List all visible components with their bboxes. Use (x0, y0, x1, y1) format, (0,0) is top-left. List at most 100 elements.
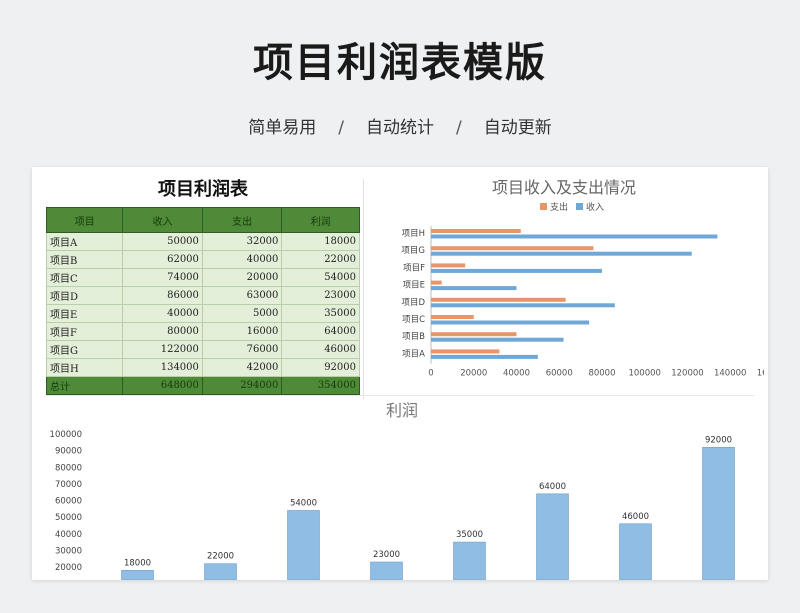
legend-swatch (576, 203, 583, 210)
data-label: 54000 (290, 498, 317, 508)
bar (431, 246, 594, 251)
subtitle-separator: / (338, 118, 344, 138)
column-header: 项目 (45, 207, 124, 233)
bar (536, 493, 569, 580)
bar (431, 251, 692, 256)
table-cell: 134000 (122, 358, 203, 377)
bar (287, 510, 320, 580)
legend-label: 收入 (586, 201, 604, 213)
bar (431, 320, 590, 325)
bar (370, 561, 403, 580)
y-tick-label: 30000 (55, 546, 82, 556)
table-row: 项目C 74000 20000 54000 (45, 268, 360, 287)
table-cell: 项目C (45, 268, 124, 287)
table-cell: 项目B (45, 250, 124, 269)
x-tick-label: 0 (428, 369, 433, 379)
y-tick-label: 80000 (55, 463, 82, 473)
y-tick-label: 50000 (55, 513, 82, 523)
category-label: 项目C (402, 315, 425, 325)
table-cell: 40000 (201, 250, 283, 269)
column-header: 支出 (201, 207, 283, 233)
bar (121, 570, 154, 580)
bar (431, 280, 442, 285)
table-cell: 项目F (45, 322, 124, 341)
bar (431, 286, 517, 291)
y-tick-label: 100000 (50, 430, 82, 440)
table-row: 项目D 86000 63000 23000 (45, 286, 360, 305)
table-row: 项目E 40000 5000 35000 (45, 304, 360, 323)
bar (431, 332, 517, 337)
category-label: 项目H (402, 229, 425, 239)
table-row: 项目H 134000 42000 92000 (45, 358, 360, 377)
y-tick-label: 20000 (55, 563, 82, 573)
y-tick-label: 40000 (55, 530, 82, 540)
table-cell: 40000 (122, 304, 203, 323)
x-tick-label: 140000 (714, 369, 746, 379)
page-title: 项目利润表模版 (253, 40, 547, 86)
profit-chart: 利润 100000 90000 80000 70000 60000 50000 40000 30… (50, 401, 735, 580)
table-cell: 22000 (281, 250, 360, 269)
table-cell: 86000 (122, 286, 203, 305)
table-cell: 63000 (201, 286, 283, 305)
table-cell: 294000 (201, 376, 283, 395)
table-cell: 5000 (201, 304, 283, 323)
spreadsheet-preview: 项目利润表 项目 收入 支出 利润 项目A 50000 32000 18000 项目B 6… (32, 167, 768, 580)
x-tick-label: 100000 (628, 369, 660, 379)
table-cell: 354000 (281, 376, 360, 395)
chart-title: 项目收入及支出情况 (492, 178, 636, 197)
table-cell: 54000 (281, 268, 360, 287)
bar (431, 303, 615, 308)
table-cell: 35000 (281, 304, 360, 323)
data-label: 46000 (622, 512, 649, 522)
x-tick-label: 40000 (503, 369, 530, 379)
x-tick-label: 120000 (671, 369, 703, 379)
category-label: 项目D (401, 298, 425, 308)
category-label: 项目G (401, 246, 425, 256)
category-label: 项目F (403, 263, 425, 273)
category-label: 项目E (403, 281, 425, 291)
table-cell: 32000 (201, 232, 283, 251)
data-label: 35000 (456, 530, 483, 540)
bar (702, 446, 735, 580)
x-tick-label: 60000 (546, 369, 573, 379)
legend-swatch (540, 203, 547, 210)
bar (431, 315, 474, 319)
profit-table: 项目 收入 支出 利润 项目A 50000 32000 18000 项目B 62000 40… (45, 207, 360, 395)
table-header-row: 项目 收入 支出 利润 (45, 207, 360, 233)
subtitle: 简单易用 / 自动统计 / 自动更新 (0, 113, 800, 138)
legend-label: 支出 (550, 201, 568, 213)
bar (431, 297, 566, 302)
data-label: 92000 (705, 435, 732, 445)
table-cell: 62000 (122, 250, 203, 269)
subtitle-item: 自动统计 (366, 118, 434, 138)
table-row: 项目A 50000 32000 18000 (45, 232, 360, 251)
table-cell: 74000 (122, 268, 203, 287)
table-cell: 项目H (45, 358, 124, 377)
subtitle-item: 简单易用 (248, 118, 317, 138)
bar (431, 229, 521, 233)
bar (431, 234, 718, 239)
bar (619, 523, 652, 580)
table-cell: 23000 (281, 286, 360, 305)
table-cell: 16000 (201, 322, 283, 341)
table-cell: 20000 (201, 268, 283, 287)
x-tick-label: 20000 (460, 369, 487, 379)
table-title: 项目利润表 (158, 179, 248, 200)
table-cell: 项目D (45, 286, 124, 305)
chart-title: 利润 (386, 401, 418, 420)
data-label: 18000 (124, 558, 151, 568)
table-total-row: 总计 648000 294000 354000 (45, 376, 360, 395)
x-tick-label: 80000 (588, 369, 615, 379)
table-cell: 76000 (201, 340, 283, 359)
table-cell: 64000 (281, 322, 360, 341)
table-cell: 项目G (45, 340, 124, 359)
table-cell: 42000 (201, 358, 283, 377)
table-cell: 46000 (281, 340, 360, 359)
table-cell: 项目A (45, 232, 124, 251)
income-expense-chart: 项目收入及支出情况支出 收入项目H 项目G 项目F 项目E 项目D 项目C 项目B 项目A0 20… (401, 178, 764, 379)
table-row: 项目B 62000 40000 22000 (45, 250, 360, 269)
bar (204, 563, 237, 580)
bar (453, 541, 486, 580)
bar (431, 349, 500, 354)
column-header: 利润 (281, 207, 360, 233)
